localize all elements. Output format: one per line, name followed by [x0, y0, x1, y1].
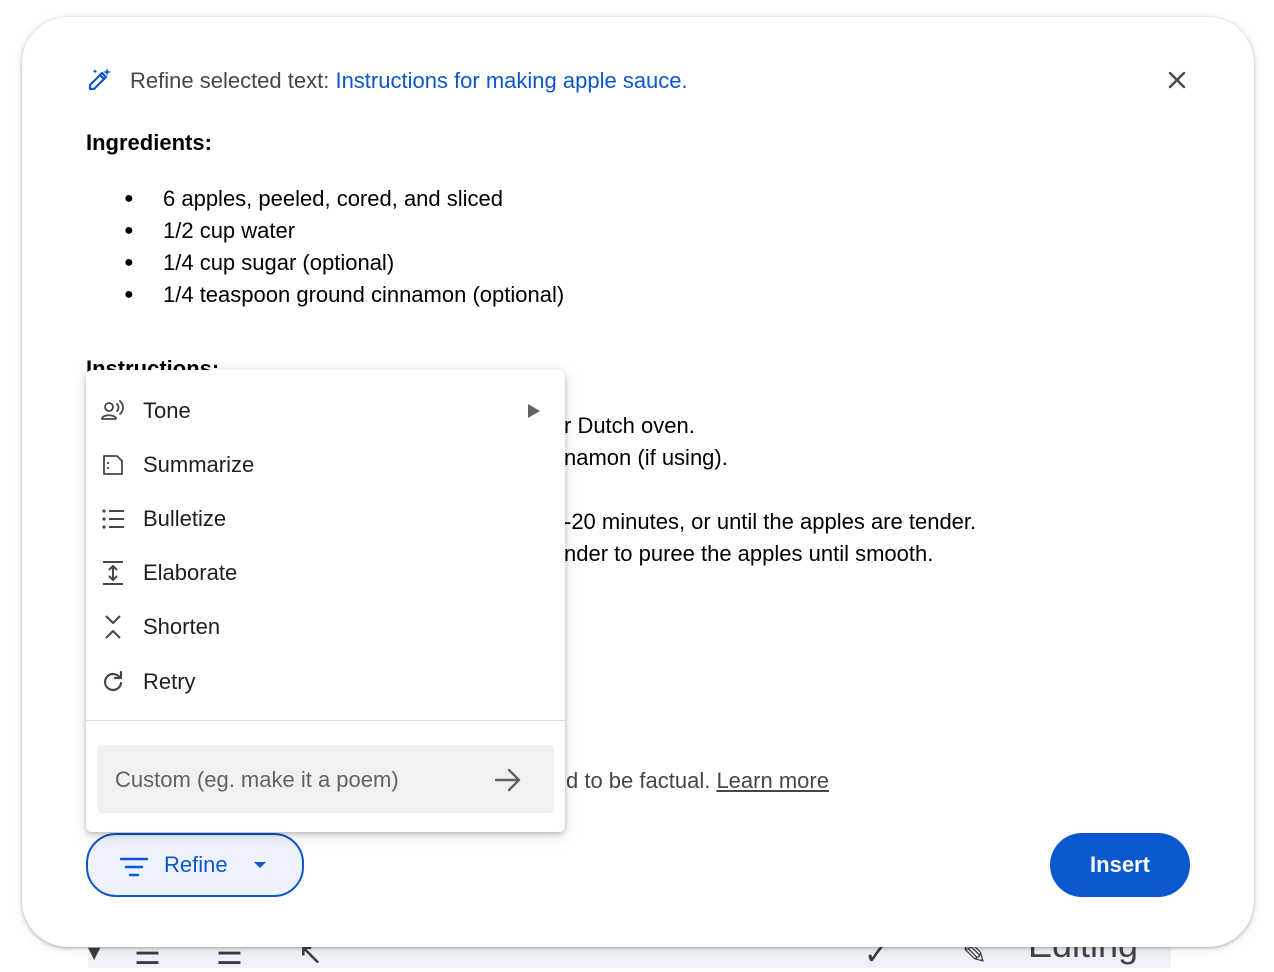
dialog-title: Refine selected text: Instructions for m… [130, 68, 688, 94]
shorten-icon [105, 615, 121, 639]
disclaimer: d to be factual. Learn more [566, 766, 829, 796]
chevron-down-icon [254, 862, 266, 868]
close-icon[interactable] [1162, 65, 1192, 95]
menu-item-tone[interactable]: Tone [86, 384, 565, 438]
menu-item-label: Shorten [143, 614, 221, 639]
custom-prompt-box [97, 745, 554, 813]
selected-text: Instructions for making apple sauce. [335, 68, 688, 93]
elaborate-icon [103, 561, 123, 585]
menu-item-retry[interactable]: Retry [86, 655, 565, 709]
retry-icon [103, 670, 123, 692]
disclaimer-text: d to be factual. [566, 768, 717, 793]
menu-item-summarize[interactable]: Summarize [86, 438, 565, 492]
title-prefix: Refine selected text: [130, 68, 336, 93]
refine-button[interactable]: Refine [86, 833, 304, 897]
filter-icon [120, 857, 148, 877]
submenu-arrow-icon [528, 404, 540, 418]
tone-icon [101, 400, 124, 420]
ingredients-list: 6 apples, peeled, cored, and sliced 1/2 … [86, 183, 564, 311]
menu-item-bulletize[interactable]: Bulletize [86, 492, 565, 546]
learn-more-link[interactable]: Learn more [716, 768, 829, 793]
refine-label: Refine [164, 852, 228, 877]
menu-divider [86, 720, 565, 721]
menu-item-elaborate[interactable]: Elaborate [86, 546, 565, 600]
ingredients-heading: Ingredients: [86, 130, 212, 155]
arrow-right-icon[interactable] [493, 765, 523, 795]
menu-item-label: Summarize [143, 452, 255, 477]
menu-item-shorten[interactable]: Shorten [86, 600, 565, 654]
step-fragment: -20 minutes, or until the apples are ten… [564, 509, 977, 534]
custom-prompt-input[interactable] [113, 764, 487, 796]
list-item: 6 apples, peeled, cored, and sliced [86, 183, 564, 215]
step-fragment: nder to puree the apples until smooth. [564, 541, 934, 566]
step-fragment: namon (if using). [564, 445, 728, 470]
list-item: 1/4 teaspoon ground cinnamon (optional) [86, 279, 564, 311]
list-item: 1/4 cup sugar (optional) [86, 247, 564, 279]
refine-menu: Tone Summarize Bulletize Elaborate Short… [86, 370, 565, 832]
bulletize-icon [102, 509, 124, 529]
magic-pen-icon [88, 68, 111, 91]
summarize-icon [103, 455, 123, 475]
insert-button[interactable]: Insert [1050, 833, 1190, 897]
list-item: 1/2 cup water [86, 215, 564, 247]
menu-item-label: Retry [143, 669, 196, 694]
menu-item-label: Bulletize [143, 506, 227, 531]
step-fragment: r Dutch oven. [564, 413, 695, 438]
menu-item-label: Tone [143, 398, 191, 423]
menu-item-label: Elaborate [143, 560, 238, 585]
